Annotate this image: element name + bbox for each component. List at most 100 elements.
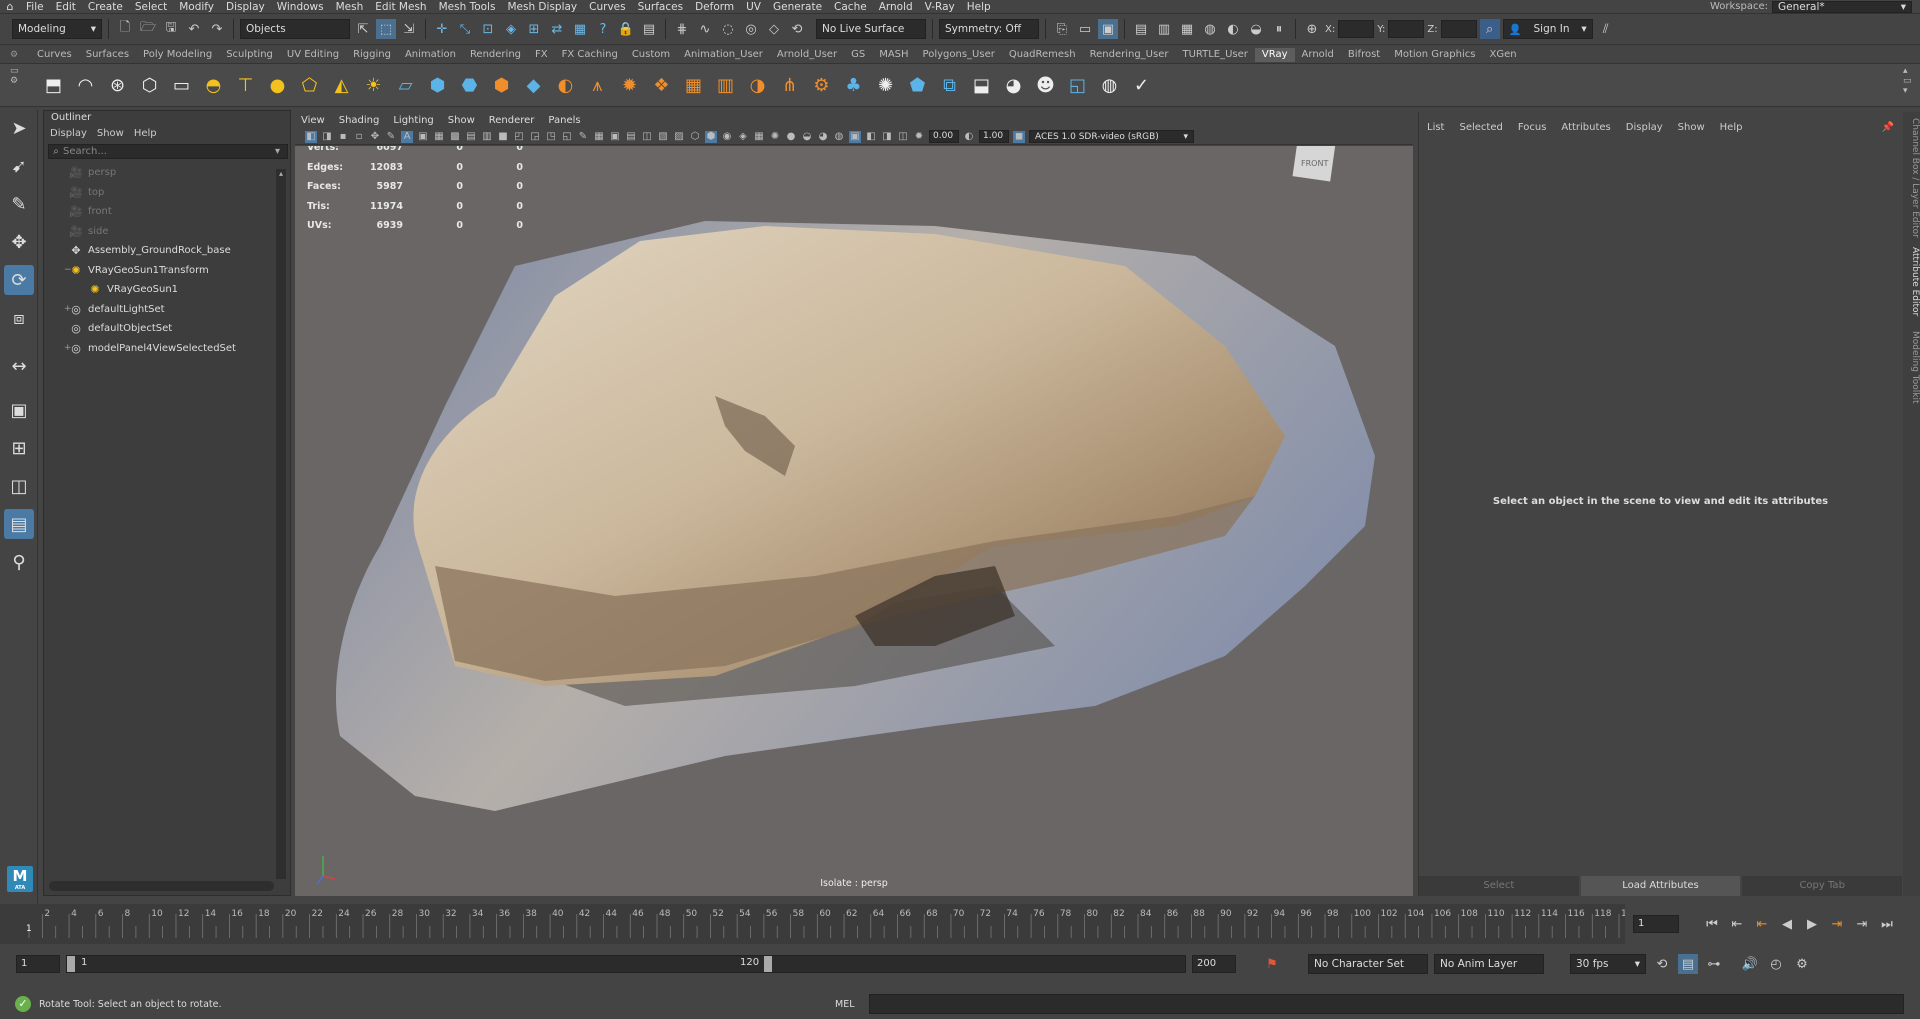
vray-dome-light-icon[interactable]: ◓ (200, 72, 227, 99)
time-slider[interactable]: 2 4 6 8 10 12 14 16 18 20 22 24 26 28 30 32 34 36 38 40 42 44… (0, 904, 1638, 944)
shelf-tab-surfaces[interactable]: Surfaces (79, 48, 136, 62)
outliner-layout-icon[interactable]: ▤ (4, 509, 34, 539)
menu-select[interactable]: Select (129, 1, 173, 13)
menu-mesh-tools[interactable]: Mesh Tools (433, 1, 502, 13)
shadows-icon[interactable]: ▦ (593, 131, 605, 143)
frame-all-icon[interactable]: ◧ (865, 131, 877, 143)
new-scene-icon[interactable]: 🗋 (115, 19, 135, 39)
viewport-menu-lighting[interactable]: Lighting (393, 115, 433, 126)
range-start-handle[interactable] (67, 956, 75, 972)
home-icon[interactable]: ⌂ (0, 0, 20, 14)
use-lights-icon[interactable]: ✎ (577, 131, 589, 143)
vray-vfb-icon[interactable]: ◒ (1246, 19, 1266, 39)
preferences-icon[interactable]: ⚙ (1792, 954, 1812, 974)
shelf-tab-curves[interactable]: Curves (30, 48, 79, 62)
select-camera-icon[interactable]: ◧ (305, 130, 317, 143)
vray-proxy-icon[interactable]: ⬢ (424, 72, 451, 99)
outliner-item[interactable]: 🎥 front (44, 202, 290, 222)
y-input[interactable] (1388, 20, 1425, 38)
shelf-tab-turtle-user[interactable]: TURTLE_User (1175, 48, 1254, 62)
menu-create[interactable]: Create (82, 1, 129, 13)
workspace-select[interactable]: General* ▾ (1772, 0, 1912, 13)
vray-render-icon[interactable]: ◍ (1200, 19, 1220, 39)
vray-stop-icon[interactable]: ⏸ (1269, 19, 1289, 39)
range-slider[interactable]: 1 120 (66, 955, 1186, 973)
scale-tool-icon[interactable]: ⧈ (4, 303, 34, 333)
tab-attribute-editor[interactable]: Attribute Editor (1903, 247, 1920, 317)
go-to-end-icon[interactable]: ⏭ (1877, 914, 1897, 934)
stereo-icon[interactable]: ◫ (897, 131, 909, 143)
mode-select[interactable]: Modeling ▾ (12, 19, 102, 39)
vray-layers-icon[interactable]: ⧉ (936, 72, 963, 99)
viewport-menu-shading[interactable]: Shading (339, 115, 380, 126)
key-icon[interactable]: ⊶ (1704, 954, 1724, 974)
snap-live-icon[interactable]: ⟲ (787, 19, 807, 39)
two-d-pan-icon[interactable]: ✥ (369, 131, 381, 143)
sphere-shade-icon[interactable]: ◉ (721, 131, 733, 143)
gate-mask-icon[interactable]: ▩ (449, 131, 461, 143)
vray-fur-icon[interactable]: ◐ (552, 72, 579, 99)
anim-layer-dropdown[interactable]: No Anim Layer (1434, 954, 1544, 974)
render-current-icon[interactable]: ▣ (1098, 19, 1118, 39)
multisample-icon[interactable]: ▦ (753, 131, 765, 143)
viewport-menu-show[interactable]: Show (448, 115, 475, 126)
vray-chaos-icon[interactable]: ◍ (1096, 72, 1123, 99)
shelf-tab-fx[interactable]: FX (528, 48, 555, 62)
xray-icon[interactable]: ◫ (641, 131, 653, 143)
grease-pencil-icon[interactable]: ✎ (385, 131, 397, 143)
play-backwards-icon[interactable]: ◀ (1777, 914, 1797, 934)
shelf-tab-rendering[interactable]: Rendering (463, 48, 528, 62)
select-mode-dropdown[interactable]: Objects (240, 19, 350, 39)
expand-toggle-icon[interactable]: − (64, 265, 72, 275)
outliner-item[interactable]: ✺ VRayGeoSun1 (44, 280, 290, 300)
shelf-tab-poly-modeling[interactable]: Poly Modeling (136, 48, 219, 62)
save-scene-icon[interactable]: 🖫 (161, 19, 181, 39)
attr-menu-list[interactable]: List (1427, 122, 1444, 133)
shader-ball-icon[interactable]: ◕ (817, 131, 829, 143)
shelf-menu-icon[interactable]: ▭ ⚙ (10, 66, 19, 86)
cube-view-icon[interactable]: ⬢ (705, 130, 717, 143)
single-perspective-icon[interactable]: ▣ (4, 395, 34, 425)
x-input[interactable] (1338, 20, 1375, 38)
shelf-tab-quadremesh[interactable]: QuadRemesh (1002, 48, 1083, 62)
zoom-search-icon[interactable]: ⚲ (4, 547, 34, 577)
vray-render-elements-icon[interactable]: ⊛ (104, 72, 131, 99)
vray-rect-light-icon[interactable]: ⊤ (232, 72, 259, 99)
measure-tool-icon[interactable]: ↔ (4, 351, 34, 381)
ball-icon[interactable]: ● (785, 131, 797, 143)
vray-scene-icon[interactable]: ◆ (520, 72, 547, 99)
outliner-item[interactable]: ◎ defaultObjectSet (44, 319, 290, 339)
cache-playback-icon[interactable]: ▤ (1678, 954, 1698, 974)
z-input[interactable] (1440, 20, 1477, 38)
menu-display[interactable]: Display (220, 1, 271, 13)
loop-icon[interactable]: ⟲ (1652, 954, 1672, 974)
outliner-hscrollbar[interactable] (49, 881, 274, 891)
shelf-tab-motion-graphics[interactable]: Motion Graphics (1387, 48, 1482, 62)
step-back-key-icon[interactable]: ⇤ (1727, 914, 1747, 934)
vray-mesh-icon[interactable]: ⬢ (488, 72, 515, 99)
outliner-item[interactable]: 🎥 side (44, 222, 290, 242)
select-by-curve-icon[interactable]: ⊡ (478, 19, 498, 39)
snap-surface-icon[interactable]: ◇ (764, 19, 784, 39)
undo-icon[interactable]: ↶ (184, 19, 204, 39)
vray-material-sphere-icon[interactable]: ◕ (1000, 72, 1027, 99)
grid-display-icon[interactable]: ▣ (609, 131, 621, 143)
symmetry-dropdown[interactable]: Symmetry: Off (939, 19, 1039, 39)
exposure-icon[interactable]: ✹ (913, 131, 925, 143)
shelf-tab-sculpting[interactable]: Sculpting (219, 48, 280, 62)
rotate-tool-icon[interactable]: ⟳ (4, 265, 34, 295)
attr-menu-help[interactable]: Help (1720, 122, 1743, 133)
vray-sun-icon[interactable]: ☀ (360, 72, 387, 99)
color-space-dropdown[interactable]: ACES 1.0 SDR-video (sRGB) ▾ (1029, 130, 1194, 143)
toggle-sidebar-icon[interactable]: ⫽ (1596, 19, 1616, 39)
redo-icon[interactable]: ↷ (207, 19, 227, 39)
vray-asset-icon[interactable]: ⬒ (40, 72, 67, 99)
attr-menu-selected[interactable]: Selected (1459, 122, 1502, 133)
shelf-tab-animation[interactable]: Animation (398, 48, 463, 62)
wireframe-icon[interactable]: ◰ (513, 131, 525, 143)
depth-peel-icon[interactable]: ◒ (801, 131, 813, 143)
viewport-menu-panels[interactable]: Panels (548, 115, 580, 126)
attr-menu-display[interactable]: Display (1626, 122, 1663, 133)
character-set-dropdown[interactable]: No Character Set (1308, 954, 1428, 974)
highlight-icon[interactable]: ▤ (639, 19, 659, 39)
